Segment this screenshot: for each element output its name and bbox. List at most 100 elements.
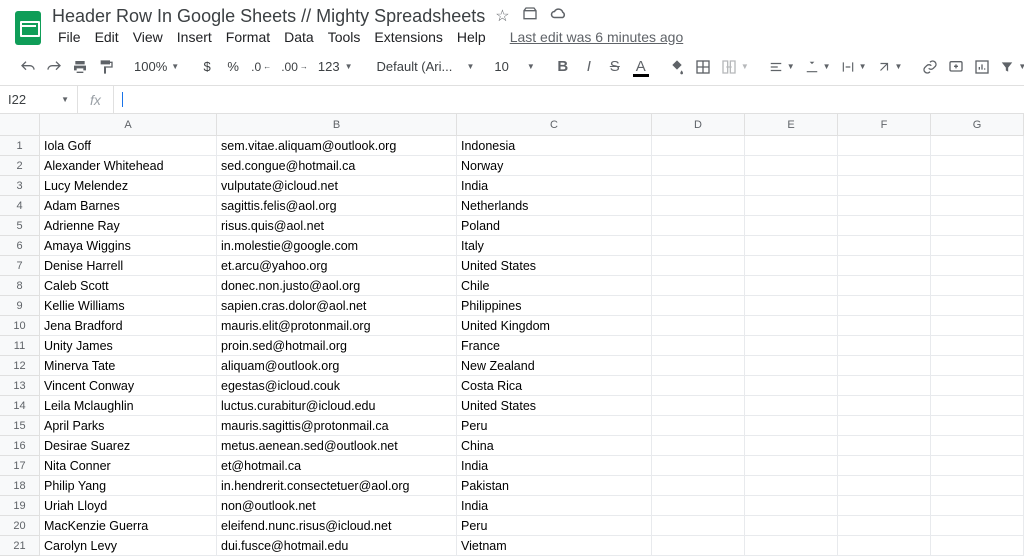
- row-header[interactable]: 5: [0, 216, 40, 236]
- cell[interactable]: [838, 436, 931, 456]
- cell[interactable]: [652, 336, 745, 356]
- cell[interactable]: [931, 436, 1024, 456]
- cell[interactable]: [931, 476, 1024, 496]
- column-header[interactable]: F: [838, 114, 931, 136]
- cell[interactable]: Peru: [457, 416, 652, 436]
- cell[interactable]: [745, 176, 838, 196]
- row-header[interactable]: 16: [0, 436, 40, 456]
- cell[interactable]: [838, 496, 931, 516]
- cell[interactable]: [652, 456, 745, 476]
- row-header[interactable]: 17: [0, 456, 40, 476]
- chevron-down-icon[interactable]: ▼: [171, 62, 179, 71]
- cell[interactable]: Carolyn Levy: [40, 536, 217, 556]
- cell[interactable]: [652, 356, 745, 376]
- row-header[interactable]: 10: [0, 316, 40, 336]
- cell[interactable]: Norway: [457, 156, 652, 176]
- text-rotation-button[interactable]: ▼: [877, 60, 903, 74]
- cell[interactable]: [931, 416, 1024, 436]
- cell[interactable]: [838, 396, 931, 416]
- cell[interactable]: [931, 396, 1024, 416]
- cell[interactable]: United States: [457, 396, 652, 416]
- format-percent-button[interactable]: %: [225, 59, 241, 74]
- cell[interactable]: [931, 176, 1024, 196]
- row-header[interactable]: 12: [0, 356, 40, 376]
- strikethrough-button[interactable]: S: [607, 58, 623, 75]
- cell[interactable]: [652, 396, 745, 416]
- cell[interactable]: proin.sed@hotmail.org: [217, 336, 457, 356]
- cell[interactable]: Italy: [457, 236, 652, 256]
- cell[interactable]: Alexander Whitehead: [40, 156, 217, 176]
- cell[interactable]: [838, 316, 931, 336]
- cell[interactable]: [745, 456, 838, 476]
- cell[interactable]: United States: [457, 256, 652, 276]
- menu-help[interactable]: Help: [451, 27, 492, 47]
- cell[interactable]: vulputate@icloud.net: [217, 176, 457, 196]
- cell[interactable]: [838, 196, 931, 216]
- undo-icon[interactable]: [20, 60, 36, 74]
- move-icon[interactable]: [522, 6, 538, 26]
- cell[interactable]: [652, 136, 745, 156]
- cell[interactable]: sem.vitae.aliquam@outlook.org: [217, 136, 457, 156]
- row-header[interactable]: 21: [0, 536, 40, 556]
- cell[interactable]: [745, 316, 838, 336]
- cell[interactable]: Unity James: [40, 336, 217, 356]
- cell[interactable]: [931, 456, 1024, 476]
- cell[interactable]: Netherlands: [457, 196, 652, 216]
- cell[interactable]: China: [457, 436, 652, 456]
- cell[interactable]: [931, 336, 1024, 356]
- row-header[interactable]: 20: [0, 516, 40, 536]
- menu-file[interactable]: File: [52, 27, 87, 47]
- cell[interactable]: [652, 476, 745, 496]
- menu-view[interactable]: View: [127, 27, 169, 47]
- row-header[interactable]: 1: [0, 136, 40, 156]
- paint-format-icon[interactable]: [98, 59, 114, 75]
- row-header[interactable]: 4: [0, 196, 40, 216]
- cell[interactable]: [838, 456, 931, 476]
- print-icon[interactable]: [72, 59, 88, 75]
- formula-bar[interactable]: [114, 86, 1024, 113]
- fill-color-button[interactable]: [669, 59, 685, 75]
- cell[interactable]: [838, 376, 931, 396]
- chevron-down-icon[interactable]: ▼: [527, 62, 535, 71]
- cell[interactable]: [745, 356, 838, 376]
- row-header[interactable]: 15: [0, 416, 40, 436]
- cell[interactable]: in.molestie@google.com: [217, 236, 457, 256]
- cell[interactable]: New Zealand: [457, 356, 652, 376]
- cell[interactable]: [838, 276, 931, 296]
- cell[interactable]: [838, 356, 931, 376]
- cell[interactable]: Caleb Scott: [40, 276, 217, 296]
- cell[interactable]: [652, 376, 745, 396]
- cell[interactable]: Nita Conner: [40, 456, 217, 476]
- cell[interactable]: donec.non.justo@aol.org: [217, 276, 457, 296]
- text-wrap-button[interactable]: ▼: [841, 60, 867, 74]
- redo-icon[interactable]: [46, 60, 62, 74]
- menu-format[interactable]: Format: [220, 27, 276, 47]
- zoom-select[interactable]: 100%: [134, 59, 167, 74]
- cell[interactable]: [931, 216, 1024, 236]
- cell[interactable]: [838, 256, 931, 276]
- cell[interactable]: [838, 156, 931, 176]
- menu-extensions[interactable]: Extensions: [368, 27, 448, 47]
- cell[interactable]: [745, 496, 838, 516]
- cell[interactable]: dui.fusce@hotmail.edu: [217, 536, 457, 556]
- cell[interactable]: Adam Barnes: [40, 196, 217, 216]
- column-header[interactable]: B: [217, 114, 457, 136]
- cell[interactable]: [931, 156, 1024, 176]
- italic-button[interactable]: I: [581, 58, 597, 75]
- chevron-down-icon[interactable]: ▼: [467, 62, 475, 71]
- cell[interactable]: in.hendrerit.consectetuer@aol.org: [217, 476, 457, 496]
- row-header[interactable]: 19: [0, 496, 40, 516]
- cell[interactable]: [931, 236, 1024, 256]
- row-header[interactable]: 2: [0, 156, 40, 176]
- cell[interactable]: [931, 316, 1024, 336]
- cell[interactable]: sagittis.felis@aol.org: [217, 196, 457, 216]
- menu-insert[interactable]: Insert: [171, 27, 218, 47]
- cell[interactable]: et@hotmail.ca: [217, 456, 457, 476]
- cell[interactable]: non@outlook.net: [217, 496, 457, 516]
- cell[interactable]: Costa Rica: [457, 376, 652, 396]
- cell[interactable]: [745, 516, 838, 536]
- last-edit-link[interactable]: Last edit was 6 minutes ago: [504, 27, 690, 47]
- spreadsheet-grid[interactable]: ABCDEFG1Iola Goffsem.vitae.aliquam@outlo…: [0, 114, 1024, 556]
- cell[interactable]: [838, 236, 931, 256]
- cell[interactable]: Amaya Wiggins: [40, 236, 217, 256]
